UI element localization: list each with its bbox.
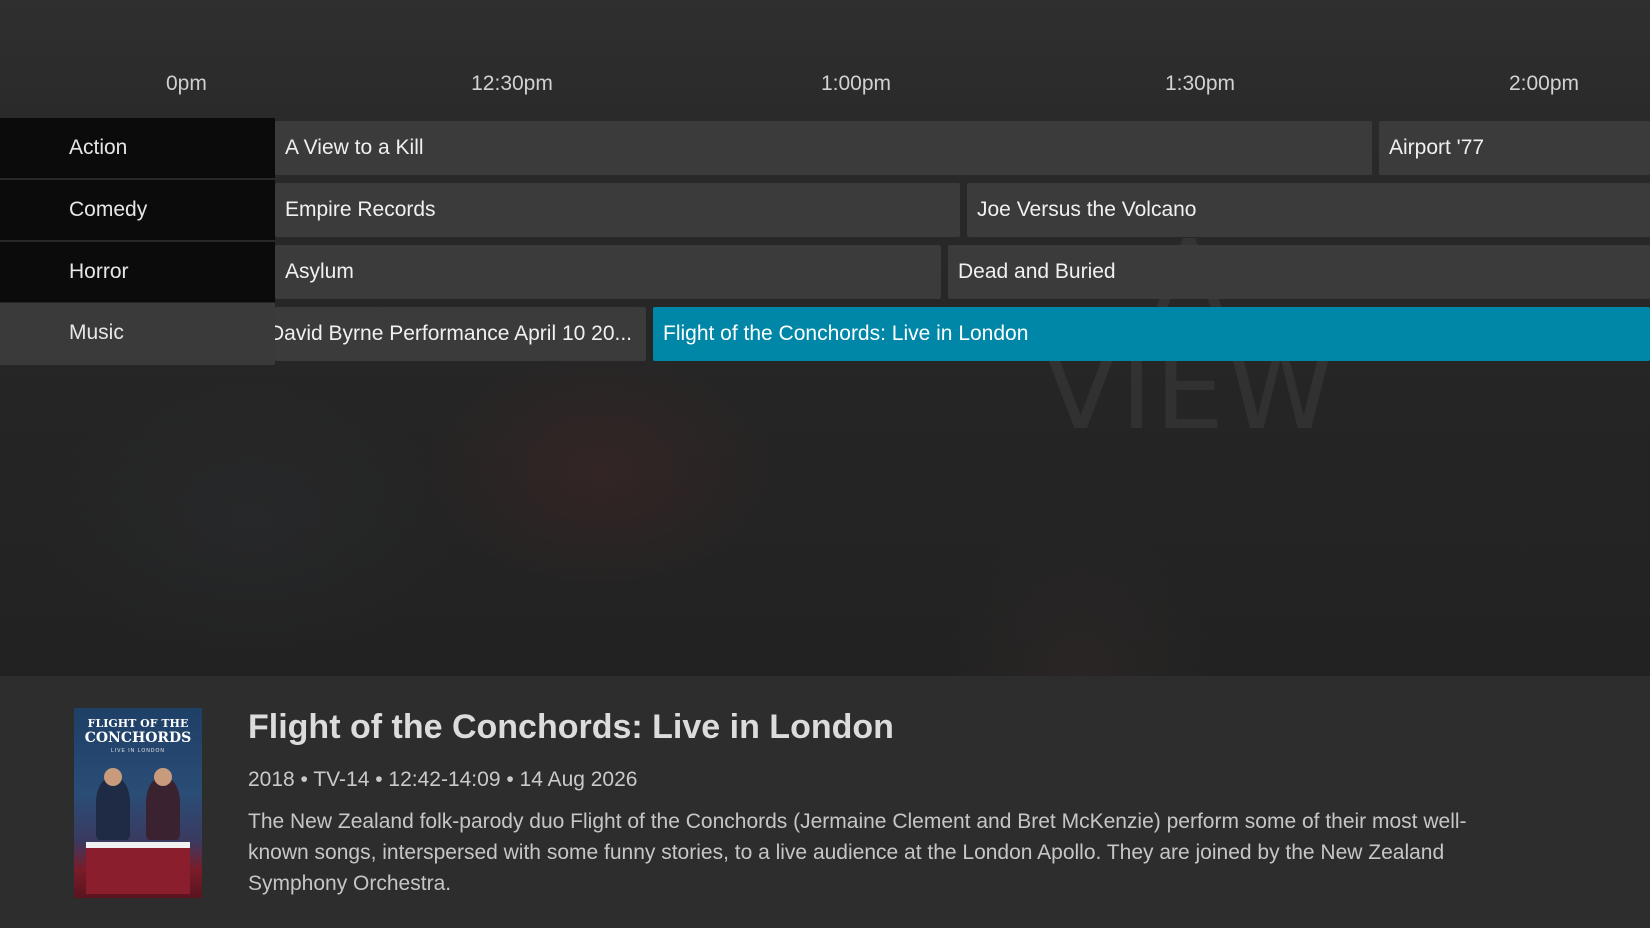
program-cell[interactable]: David Byrne Performance April 10 20... [275, 307, 646, 361]
program-cell[interactable]: Asylum [275, 245, 941, 299]
program-cell[interactable]: Airport '77 [1379, 121, 1650, 175]
performer-figure [96, 778, 130, 840]
epg-screen: A VIEW 0pm 12:30pm 1:00pm 1:30pm 2:00pm … [0, 0, 1650, 928]
program-title: Flight of the Conchords: Live in London [248, 708, 894, 746]
performer-head [154, 768, 172, 786]
program-cell[interactable]: Joe Versus the Volcano [967, 183, 1650, 237]
channel-comedy[interactable]: Comedy [0, 180, 275, 240]
time-slot-label: 12:30pm [471, 72, 553, 95]
poster-title-line: CONCHORDS [84, 730, 192, 746]
poster-subtitle: LIVE IN LONDON [110, 748, 165, 754]
performer-head [104, 768, 122, 786]
piano-graphic [86, 842, 190, 894]
program-details-panel: FLIGHT OF THE CONCHORDS LIVE IN LONDON F… [0, 676, 1650, 928]
program-description: The New Zealand folk-parody duo Flight o… [248, 810, 1467, 895]
program-cell[interactable]: A View to a Kill [275, 121, 1372, 175]
time-slot-label: 0pm [166, 72, 207, 95]
program-cell[interactable]: Dead and Buried [948, 245, 1650, 299]
channel-music[interactable]: Music [0, 303, 275, 365]
channel-horror[interactable]: Horror [0, 242, 275, 302]
program-title: David Byrne Performance April 10 20... [275, 322, 633, 345]
program-poster: FLIGHT OF THE CONCHORDS LIVE IN LONDON [74, 708, 202, 898]
program-cell[interactable]: Empire Records [275, 183, 960, 237]
program-meta: 2018 • TV-14 • 12:42-14:09 • 14 Aug 2026 [248, 768, 638, 791]
poster-title-line: FLIGHT OF THE [87, 717, 189, 730]
time-slot-label: 1:00pm [820, 72, 892, 95]
timeline-header: 0pm 12:30pm 1:00pm 1:30pm 2:00pm [0, 62, 1650, 112]
channel-action[interactable]: Action [0, 118, 275, 178]
program-cell-focused[interactable]: Flight of the Conchords: Live in London [653, 307, 1650, 361]
time-slot-label: 1:30pm [1164, 72, 1236, 95]
time-slot-label: 2:00pm [1508, 72, 1580, 95]
poster-title: FLIGHT OF THE CONCHORDS [74, 716, 202, 746]
performer-figure [146, 778, 180, 840]
